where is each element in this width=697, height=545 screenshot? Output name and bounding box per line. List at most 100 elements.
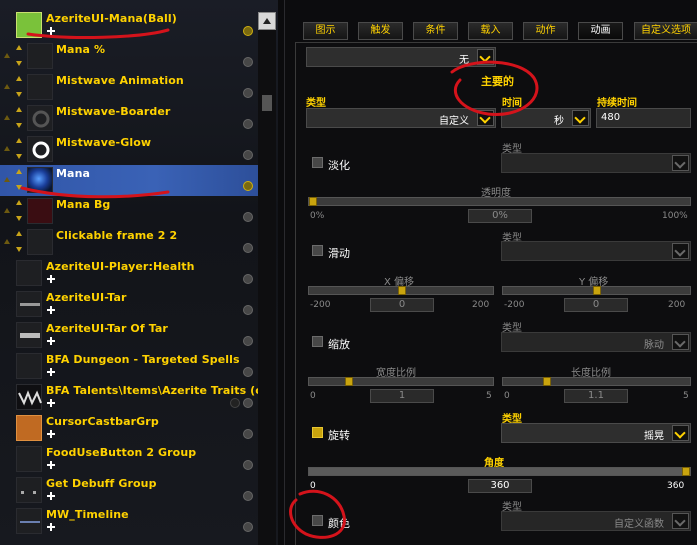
translate-checkbox[interactable] xyxy=(312,245,323,256)
angle-slider[interactable] xyxy=(308,467,691,476)
visibility-eye-icon[interactable] xyxy=(243,336,253,346)
alpha-slider[interactable] xyxy=(308,197,691,206)
alpha-value-box[interactable]: 0% xyxy=(468,209,532,223)
height-scale-value-box[interactable]: 1.1 xyxy=(564,389,628,403)
angle-value-box[interactable]: 360 xyxy=(468,479,532,493)
time-unit-dropdown[interactable]: 秒 xyxy=(501,108,591,128)
expand-group-icon[interactable] xyxy=(47,337,55,345)
alpha-slider-knob[interactable] xyxy=(309,197,317,206)
visibility-eye-icon[interactable] xyxy=(243,491,253,501)
visibility-eye-icon[interactable] xyxy=(243,119,253,129)
chevron-down-icon[interactable] xyxy=(477,110,494,126)
tab-animations[interactable]: 动画 xyxy=(578,22,623,40)
width-scale-knob[interactable] xyxy=(345,377,353,386)
tab-conditions[interactable]: 条件 xyxy=(413,22,458,40)
list-item-mana-percent[interactable]: Mana % xyxy=(0,41,258,72)
tab-load[interactable]: 载入 xyxy=(468,22,513,40)
visibility-eye-icon[interactable] xyxy=(243,460,253,470)
visibility-eye-icon[interactable] xyxy=(243,305,253,315)
y-offset-slider[interactable] xyxy=(502,286,691,295)
reorder-arrows[interactable] xyxy=(2,43,24,70)
visibility-eye-icon[interactable] xyxy=(243,274,253,284)
preset-dropdown[interactable]: 无 xyxy=(306,47,496,67)
chevron-down-icon[interactable] xyxy=(672,425,689,441)
expand-group-icon[interactable] xyxy=(47,275,55,283)
main-type-dropdown[interactable]: 自定义 xyxy=(306,108,496,128)
width-scale-value-box[interactable]: 1 xyxy=(370,389,434,403)
list-item-mistwave-glow[interactable]: Mistwave-Glow xyxy=(0,134,258,165)
play-icon[interactable] xyxy=(230,398,240,408)
chevron-down-icon[interactable] xyxy=(672,155,689,171)
x-offset-slider[interactable] xyxy=(308,286,494,295)
color-checkbox[interactable] xyxy=(312,515,323,526)
chevron-down-icon[interactable] xyxy=(672,334,689,350)
list-item-mana-bg[interactable]: Mana Bg xyxy=(0,196,258,227)
list-item-mw-timeline[interactable]: MW_Timeline xyxy=(0,506,258,537)
tab-display[interactable]: 图示 xyxy=(303,22,348,40)
scroll-thumb[interactable] xyxy=(262,95,272,111)
list-item-bfa-talents[interactable]: BFA Talents\Items\Azerite Traits (cur... xyxy=(0,382,258,413)
list-item-mistwave-animation[interactable]: Mistwave Animation xyxy=(0,72,258,103)
tab-trigger[interactable]: 触发 xyxy=(358,22,403,40)
list-item-azeriteui-tar[interactable]: AzeriteUI-Tar xyxy=(0,289,258,320)
group-toggle-icon[interactable] xyxy=(47,27,55,35)
angle-slider-knob[interactable] xyxy=(682,467,690,476)
list-scrollbar[interactable] xyxy=(258,12,276,545)
y-offset-knob[interactable] xyxy=(593,286,601,295)
visibility-eye-icon[interactable] xyxy=(243,26,253,36)
fade-checkbox[interactable] xyxy=(312,157,323,168)
reorder-arrows[interactable] xyxy=(2,229,24,256)
list-item-cursorcastbargrp[interactable]: CursorCastbarGrp xyxy=(0,413,258,444)
list-item-mistwave-boarder[interactable]: Mistwave-Boarder xyxy=(0,103,258,134)
list-item-bfa-dungeon-targeted-spells[interactable]: BFA Dungeon - Targeted Spells xyxy=(0,351,258,382)
visibility-eye-icon[interactable] xyxy=(243,429,253,439)
reorder-arrows[interactable] xyxy=(2,136,24,163)
rotate-checkbox[interactable] xyxy=(312,427,323,438)
reorder-arrows[interactable] xyxy=(2,74,24,101)
reorder-arrows[interactable] xyxy=(2,105,24,132)
scroll-up-button[interactable] xyxy=(258,12,276,30)
scale-type-dropdown[interactable]: 脉动 xyxy=(501,332,691,352)
visibility-eye-icon[interactable] xyxy=(243,212,253,222)
reorder-arrows[interactable] xyxy=(2,167,24,194)
list-item-foodusebutton[interactable]: FoodUseButton 2 Group xyxy=(0,444,258,475)
visibility-eye-icon[interactable] xyxy=(243,88,253,98)
x-offset-value-box[interactable]: 0 xyxy=(370,298,434,312)
expand-group-icon[interactable] xyxy=(47,461,55,469)
color-type-dropdown[interactable]: 自定义函数 xyxy=(501,511,691,531)
list-item-azeriteui-tar-of-tar[interactable]: AzeriteUI-Tar Of Tar xyxy=(0,320,258,351)
list-item-azeriteui-mana-ball[interactable]: AzeriteUI-Mana(Ball) xyxy=(0,10,258,41)
expand-group-icon[interactable] xyxy=(47,368,55,376)
expand-group-icon[interactable] xyxy=(47,523,55,531)
duration-input[interactable]: 480 xyxy=(596,108,691,128)
chevron-down-icon[interactable] xyxy=(572,110,589,126)
fade-type-dropdown[interactable] xyxy=(501,153,691,173)
visibility-eye-icon[interactable] xyxy=(243,522,253,532)
visibility-eye-icon[interactable] xyxy=(243,150,253,160)
list-item-mana[interactable]: Mana xyxy=(0,165,258,196)
translate-type-dropdown[interactable] xyxy=(501,241,691,261)
list-item-get-debuff-group[interactable]: Get Debuff Group xyxy=(0,475,258,506)
chevron-down-icon[interactable] xyxy=(672,243,689,259)
height-scale-slider[interactable] xyxy=(502,377,691,386)
tab-custom-options[interactable]: 自定义选项 xyxy=(634,22,697,40)
expand-group-icon[interactable] xyxy=(47,430,55,438)
y-offset-value-box[interactable]: 0 xyxy=(564,298,628,312)
reorder-arrows[interactable] xyxy=(2,198,24,225)
visibility-eye-icon[interactable] xyxy=(243,57,253,67)
expand-group-icon[interactable] xyxy=(47,306,55,314)
visibility-eye-icon[interactable] xyxy=(243,181,253,191)
list-item-azeriteui-player-health[interactable]: AzeriteUI-Player:Health xyxy=(0,258,258,289)
chevron-down-icon[interactable] xyxy=(477,49,494,65)
visibility-eye-icon[interactable] xyxy=(243,367,253,377)
width-scale-slider[interactable] xyxy=(308,377,494,386)
x-offset-knob[interactable] xyxy=(398,286,406,295)
rotate-type-dropdown[interactable]: 摇晃 xyxy=(501,423,691,443)
expand-group-icon[interactable] xyxy=(47,492,55,500)
chevron-down-icon[interactable] xyxy=(672,513,689,529)
tab-actions[interactable]: 动作 xyxy=(523,22,568,40)
visibility-eye-icon[interactable] xyxy=(243,243,253,253)
expand-group-icon[interactable] xyxy=(47,399,55,407)
height-scale-knob[interactable] xyxy=(543,377,551,386)
scale-checkbox[interactable] xyxy=(312,336,323,347)
